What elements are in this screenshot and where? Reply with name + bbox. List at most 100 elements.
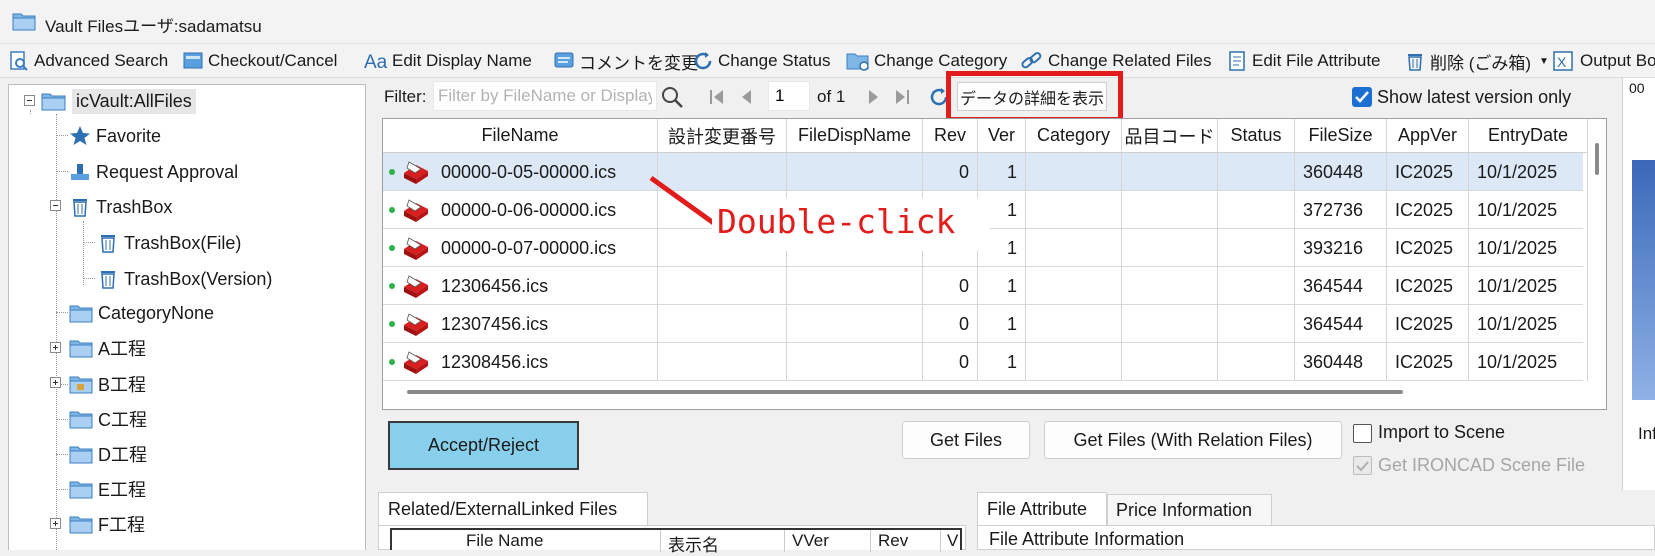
tab-price-information[interactable]: Price Information bbox=[1107, 494, 1272, 525]
previous-page-icon[interactable] bbox=[738, 87, 754, 107]
tree-item-trashbox-file[interactable]: TrashBox(File) bbox=[97, 228, 241, 258]
column-header-entrydate[interactable]: EntryDate bbox=[1469, 119, 1588, 153]
column-header-category[interactable]: Category bbox=[1026, 119, 1122, 153]
tree-item-a[interactable]: A工程 bbox=[69, 333, 146, 363]
column-header-appver[interactable]: AppVer bbox=[1387, 119, 1469, 153]
horizontal-scrollbar[interactable] bbox=[407, 390, 1403, 394]
title-bar: Vault Filesユーザ:sadamatsu bbox=[0, 0, 1655, 44]
cell-text: 0 bbox=[958, 351, 969, 372]
column-header-item-code[interactable]: 品目コード bbox=[1122, 119, 1218, 153]
tree-item-request-approval[interactable]: Request Approval bbox=[69, 157, 238, 187]
edit-display-name-button[interactable]: Aa Edit Display Name bbox=[364, 48, 532, 74]
tree-item-b[interactable]: B工程 bbox=[69, 369, 146, 399]
table-row[interactable]: 00000-0-05-00000.ics 0 1 360448 IC2025 10/1/2… bbox=[383, 153, 1588, 191]
table-row[interactable]: 12306456.ics 0 1 364544 IC2025 10/1/2025 bbox=[383, 267, 1588, 305]
cell-size: 364544 bbox=[1295, 267, 1387, 305]
folder-icon bbox=[69, 481, 93, 499]
cell-text: IC2025 bbox=[1395, 351, 1454, 372]
advanced-search-button[interactable]: Advanced Search bbox=[8, 48, 168, 74]
expand-toggle[interactable] bbox=[50, 342, 61, 353]
tree-item-e[interactable]: E工程 bbox=[69, 474, 146, 504]
tree-item-c[interactable]: C工程 bbox=[69, 404, 147, 434]
change-comment-button[interactable]: コメントを変更 bbox=[553, 48, 698, 74]
column-label: VVer bbox=[792, 531, 829, 550]
cell-appver: IC2025 bbox=[1387, 343, 1469, 381]
cell-text: 12306456.ics bbox=[441, 275, 549, 296]
tab-related-files[interactable]: Related/ExternalLinked Files bbox=[378, 492, 648, 525]
column-header-dispname[interactable]: FileDispName bbox=[787, 119, 923, 153]
cell-date: 10/1/2025 bbox=[1469, 229, 1588, 267]
trash-icon bbox=[1408, 54, 1422, 71]
cell-text: IC2025 bbox=[1395, 313, 1454, 334]
cell-ver: 1 bbox=[978, 305, 1026, 343]
change-status-button[interactable]: Change Status bbox=[692, 48, 830, 74]
cell-filename: 12306456.ics bbox=[383, 267, 658, 305]
collapse-toggle[interactable] bbox=[24, 95, 35, 106]
scroll-thumb[interactable] bbox=[1595, 143, 1599, 175]
tree-item-category-none[interactable]: CategoryNone bbox=[69, 298, 214, 328]
last-page-icon[interactable] bbox=[893, 87, 913, 107]
column-header-filename[interactable]: FileName bbox=[383, 119, 658, 153]
tree-item-f[interactable]: F工程 bbox=[69, 509, 145, 539]
table-row[interactable]: 12307456.ics 0 1 364544 IC2025 10/1/2025 bbox=[383, 305, 1588, 343]
cell-ver: 1 bbox=[978, 343, 1026, 381]
page-number-input[interactable] bbox=[768, 81, 810, 111]
filter-input[interactable] bbox=[433, 81, 657, 111]
ironcad-file-icon bbox=[404, 161, 428, 184]
column-header-change-no[interactable]: 設計変更番号 bbox=[658, 119, 787, 153]
tree-item-trashbox[interactable]: TrashBox bbox=[69, 192, 172, 222]
trash-icon bbox=[73, 199, 87, 217]
tab-file-attribute[interactable]: File Attribute bbox=[977, 492, 1107, 525]
delete-trash-button[interactable]: 削除 (ごみ箱) ▼ bbox=[1404, 48, 1549, 74]
cell-text: 360448 bbox=[1303, 161, 1364, 182]
cell-text: 12307456.ics bbox=[441, 313, 549, 334]
table-row[interactable]: 12308456.ics 0 1 360448 IC2025 10/1/2025 bbox=[383, 343, 1588, 381]
column-label: Status bbox=[1230, 125, 1282, 145]
get-files-button[interactable]: Get Files bbox=[902, 421, 1030, 459]
search-icon[interactable] bbox=[660, 85, 684, 109]
dropdown-arrow-icon[interactable]: ▼ bbox=[1539, 56, 1549, 67]
tree-item-root[interactable]: icVault:AllFiles bbox=[41, 86, 196, 116]
cell-text: 0 bbox=[958, 275, 969, 296]
column-header-status[interactable]: Status bbox=[1218, 119, 1295, 153]
tree-item-favorite[interactable]: Favorite bbox=[69, 121, 161, 151]
button-label: Accept/Reject bbox=[427, 435, 540, 455]
status-dot-icon bbox=[389, 283, 395, 289]
show-latest-checkbox[interactable] bbox=[1352, 87, 1372, 107]
ironcad-file-icon bbox=[404, 351, 428, 374]
checkmark-icon bbox=[1356, 461, 1369, 472]
checkout-cancel-button[interactable]: Checkout/Cancel bbox=[182, 48, 337, 74]
import-to-scene-checkbox[interactable] bbox=[1353, 424, 1372, 443]
expand-toggle[interactable] bbox=[50, 518, 61, 529]
cell-text: 10/1/2025 bbox=[1477, 199, 1558, 220]
cell-text: IC2025 bbox=[1395, 199, 1454, 220]
column-label: Ver bbox=[987, 125, 1016, 145]
tree-label: C工程 bbox=[98, 410, 147, 430]
next-page-icon[interactable] bbox=[866, 87, 882, 107]
document-icon bbox=[1229, 51, 1245, 71]
tree-item-trashbox-version[interactable]: TrashBox(Version) bbox=[97, 264, 272, 294]
expand-toggle[interactable] bbox=[50, 377, 61, 388]
tree-item-d[interactable]: D工程 bbox=[69, 439, 147, 469]
cell-appver: IC2025 bbox=[1387, 267, 1469, 305]
collapse-toggle[interactable] bbox=[50, 200, 61, 211]
vertical-scrollbar[interactable] bbox=[1588, 119, 1606, 409]
change-related-files-label: Change Related Files bbox=[1048, 51, 1212, 70]
accept-reject-button[interactable]: Accept/Reject bbox=[388, 421, 579, 470]
cell-text: 10/1/2025 bbox=[1477, 275, 1558, 296]
first-page-icon[interactable] bbox=[707, 87, 727, 107]
get-files-relation-button[interactable]: Get Files (With Relation Files) bbox=[1044, 421, 1342, 459]
folder-icon bbox=[69, 305, 93, 323]
ironcad-file-icon bbox=[404, 275, 428, 298]
import-to-scene-label: Import to Scene bbox=[1378, 422, 1506, 442]
column-header-rev[interactable]: Rev bbox=[923, 119, 978, 153]
output-button[interactable]: X Output Bo bbox=[1552, 48, 1655, 74]
column-header-ver[interactable]: Ver bbox=[978, 119, 1026, 153]
trash-icon bbox=[101, 235, 115, 253]
column-label: AppVer bbox=[1397, 125, 1458, 145]
column-header-filesize[interactable]: FileSize bbox=[1295, 119, 1387, 153]
edit-file-attribute-button[interactable]: Edit File Attribute bbox=[1226, 48, 1381, 74]
column-label: 表示名 bbox=[668, 536, 719, 555]
svg-text:X: X bbox=[1557, 54, 1567, 70]
cell-text: IC2025 bbox=[1395, 237, 1454, 258]
